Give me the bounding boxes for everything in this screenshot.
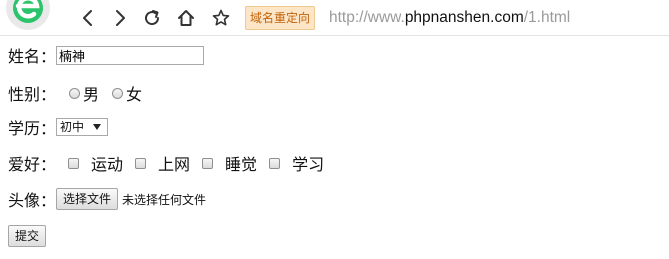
submit-button[interactable]: 提交 [8, 225, 47, 247]
redirect-badge[interactable]: 域名重定向 [245, 6, 316, 30]
url-host: phpnanshen.com [404, 9, 524, 26]
gender-female-radio[interactable] [112, 87, 124, 99]
avatar-row: 头像： 选择文件 未选择任何文件 [8, 187, 206, 211]
hobby-checkbox-sport[interactable] [68, 157, 80, 169]
favorite-star-icon[interactable] [211, 8, 231, 28]
education-selected-value: 初中 [60, 120, 85, 134]
hobby-checkbox-internet[interactable] [135, 157, 147, 169]
hobbies-label: 爱好： [8, 155, 57, 174]
browser-toolbar: 域名重定向 http://www.phpnanshen.com/1.html [0, 0, 669, 36]
avatar-label: 头像： [8, 191, 57, 210]
hobby-label-study: 学习 [292, 155, 325, 174]
reload-icon[interactable] [142, 8, 162, 28]
hobby-checkbox-study[interactable] [269, 157, 281, 169]
gender-female-label: 女 [126, 85, 143, 104]
gender-label: 性别： [8, 85, 57, 104]
url-scheme: http://www. [329, 9, 405, 26]
file-status-text: 未选择任何文件 [122, 192, 207, 207]
home-icon[interactable] [176, 8, 196, 28]
hobbies-row: 爱好： 运动 上网 睡觉 学习 [8, 151, 324, 175]
education-label: 学历： [8, 119, 57, 138]
browser-logo-icon [6, 0, 56, 34]
education-select[interactable]: 初中 [56, 118, 109, 136]
forward-icon[interactable] [110, 8, 130, 28]
hobby-label-sleep: 睡觉 [225, 155, 258, 174]
choose-file-button[interactable]: 选择文件 [56, 188, 119, 210]
gender-male-radio[interactable] [69, 87, 81, 99]
dropdown-arrow-icon [93, 124, 102, 130]
address-bar[interactable]: http://www.phpnanshen.com/1.html [329, 7, 570, 29]
gender-row: 性别： 男 女 [8, 81, 142, 105]
gender-male-label: 男 [83, 85, 100, 104]
name-row: 姓名： [8, 43, 205, 67]
hobby-checkbox-sleep[interactable] [202, 157, 214, 169]
education-row: 学历： 初中 [8, 115, 109, 139]
url-path: /1.html [523, 9, 571, 26]
hobby-label-sport: 运动 [91, 155, 124, 174]
back-icon[interactable] [78, 8, 98, 28]
name-input[interactable] [56, 45, 205, 65]
submit-row: 提交 [8, 225, 47, 247]
hobby-label-internet: 上网 [158, 155, 191, 174]
name-label: 姓名： [8, 47, 57, 66]
